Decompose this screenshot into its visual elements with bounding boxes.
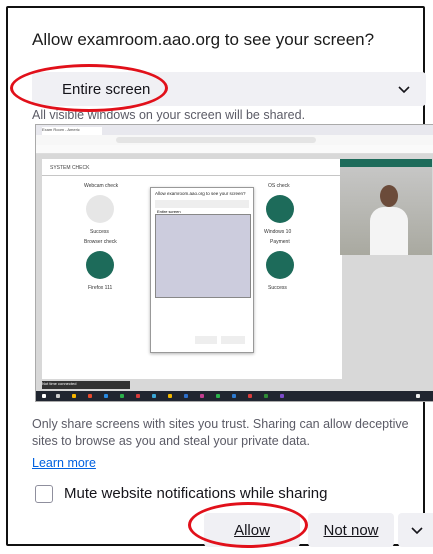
app-icon bbox=[248, 394, 252, 398]
learn-more-link[interactable]: Learn more bbox=[32, 456, 96, 470]
more-options-button[interactable] bbox=[398, 513, 433, 547]
not-now-button-label: Not now bbox=[323, 521, 379, 539]
preview-caption: OS check bbox=[268, 183, 290, 189]
preview-inner-allow bbox=[195, 336, 217, 344]
app-icon bbox=[136, 394, 140, 398]
preview-caption: Payment bbox=[270, 239, 290, 245]
preview-tab: Exam Room - Americ bbox=[42, 127, 102, 135]
app-icon bbox=[200, 394, 204, 398]
screen-preview: Exam Room - Americ SYSTEM CHECK Webcam c… bbox=[35, 124, 433, 402]
search-icon bbox=[56, 394, 60, 398]
payment-icon bbox=[266, 251, 294, 279]
preview-caption: Firefox 111 bbox=[88, 285, 113, 291]
webcam-icon bbox=[86, 195, 114, 223]
preview-caption: Success bbox=[90, 229, 109, 235]
preview-inner-notnow bbox=[221, 336, 245, 344]
preview-page: SYSTEM CHECK Webcam check Success Browse… bbox=[42, 159, 342, 379]
preview-inner-dialog: Allow examroom.aao.org to see your scree… bbox=[150, 187, 254, 353]
chevron-down-icon bbox=[398, 86, 410, 94]
preview-inner-thumbnail bbox=[155, 214, 251, 298]
annotation-ellipse bbox=[10, 64, 168, 112]
dialog-title: Allow examroom.aao.org to see your scree… bbox=[32, 30, 375, 49]
monitor-icon bbox=[266, 195, 294, 223]
preview-caption: Success bbox=[268, 285, 287, 291]
preview-status-bar: Not time connected bbox=[42, 381, 130, 389]
browser-icon bbox=[86, 251, 114, 279]
folder-icon bbox=[72, 394, 76, 398]
mute-notifications-label[interactable]: Mute website notifications while sharing bbox=[64, 485, 327, 502]
preview-caption: Windows 10 bbox=[264, 229, 292, 235]
preview-divider bbox=[42, 175, 342, 176]
preview-urlbar bbox=[36, 135, 433, 145]
preview-system-check: SYSTEM CHECK bbox=[50, 165, 90, 171]
app-icon bbox=[120, 394, 124, 398]
windows-icon bbox=[42, 394, 46, 398]
preview-person-head bbox=[380, 185, 398, 207]
preview-taskbar bbox=[36, 391, 433, 401]
share-warning: Only share screens with sites you trust.… bbox=[32, 417, 409, 448]
clock-icon bbox=[416, 394, 420, 398]
app-icon bbox=[168, 394, 172, 398]
app-icon bbox=[264, 394, 268, 398]
annotation-ellipse bbox=[188, 502, 308, 548]
preview-inner-title: Allow examroom.aao.org to see your scree… bbox=[155, 191, 246, 196]
app-icon bbox=[280, 394, 284, 398]
preview-caption: Webcam check bbox=[84, 183, 119, 189]
app-icon bbox=[152, 394, 156, 398]
preview-urlbox bbox=[116, 137, 316, 143]
preview-bookmarks bbox=[36, 145, 433, 154]
app-icon bbox=[104, 394, 108, 398]
app-icon bbox=[184, 394, 188, 398]
preview-person-body bbox=[370, 207, 408, 255]
preview-inner-select: Entire screen bbox=[155, 200, 249, 214]
preview-caption: Browser check bbox=[84, 239, 117, 245]
firefox-icon bbox=[88, 394, 92, 398]
app-icon bbox=[216, 394, 220, 398]
chevron-down-icon bbox=[411, 527, 423, 535]
app-icon bbox=[232, 394, 236, 398]
preview-tabbar: Exam Room - Americ bbox=[36, 125, 433, 135]
preview-webcam-video bbox=[340, 159, 432, 255]
preview-video-bar bbox=[340, 159, 432, 167]
mute-notifications-checkbox[interactable] bbox=[35, 485, 53, 503]
not-now-button[interactable]: Not now bbox=[308, 513, 394, 547]
